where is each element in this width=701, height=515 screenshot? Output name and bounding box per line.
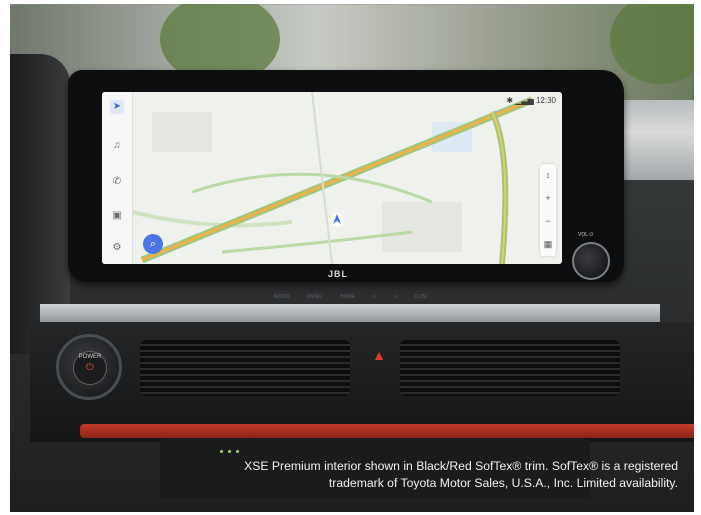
volume-label: VOL ⏻ [578,232,594,238]
signal-icon: ▁▃▅ [515,96,534,105]
jbl-logo: JBL [328,269,349,279]
power-label: POWER [78,354,102,360]
air-vent-left [140,340,350,396]
search-icon[interactable]: ⌕ [143,234,163,254]
map-roads [131,92,534,264]
navigation-icon[interactable]: ➤ [110,100,124,114]
music-icon[interactable]: ♫ [102,140,132,151]
map-layers-button[interactable]: ▦ [540,233,556,256]
clock: 12:30 [535,96,556,105]
gear-icon[interactable]: ⚙ [102,242,132,253]
bluetooth-icon: ✱ [506,96,514,105]
disclaimer-caption: XSE Premium interior shown in Black/Red … [28,458,678,492]
hardkey-prev[interactable]: < [373,294,376,300]
red-trim-strip [80,424,694,438]
side-rail: ➤ ♫ ✆ ▣ ⚙ [102,92,133,264]
hardkey-home[interactable]: HOME [340,294,355,300]
led-indicator [236,450,239,453]
silver-trim [40,304,660,324]
car-icon[interactable]: ▣ [102,210,132,221]
hardkey-audio[interactable]: AUDIO [273,294,289,300]
hardkey-menu[interactable]: MENU [307,294,322,300]
phone-icon[interactable]: ✆ [102,176,132,187]
power-button[interactable]: ⏻ [56,334,122,400]
hardkey-climate[interactable]: CLIM [415,294,427,300]
air-vent-right [400,340,620,396]
zoom-in-button[interactable]: + [540,187,556,210]
led-indicator [220,450,223,453]
status-bar: ✱ ▁▃▅ 12:30 [506,96,556,105]
hardkey-row: AUDIO MENU HOME < > CLIM [140,290,560,304]
zoom-out-button[interactable]: − [540,210,556,233]
map-view[interactable]: ✱ ▁▃▅ 12:30 ↕ + − ▦ [131,92,562,264]
hazard-icon[interactable]: ▲ [370,347,388,363]
hardkey-next[interactable]: > [394,294,397,300]
compass-button[interactable]: ↕ [540,164,556,187]
infotainment-screen[interactable]: ✱ ▁▃▅ 12:30 ↕ + − ▦ ➤ ♫ ✆ ▣ ⚙ ⌕ [102,92,562,264]
led-indicator [228,450,231,453]
dashboard-photo: ▲ ⏻ POWER ✱ ▁▃▅ 12:30 ↕ + − ▦ ➤ ♫ ✆ ▣ ⚙ … [10,4,694,512]
caption-line-2: trademark of Toyota Motor Sales, U.S.A.,… [328,476,678,490]
zoom-controls[interactable]: ↕ + − ▦ [540,164,556,256]
volume-knob[interactable] [572,242,610,280]
caption-line-1: XSE Premium interior shown in Black/Red … [244,459,678,473]
